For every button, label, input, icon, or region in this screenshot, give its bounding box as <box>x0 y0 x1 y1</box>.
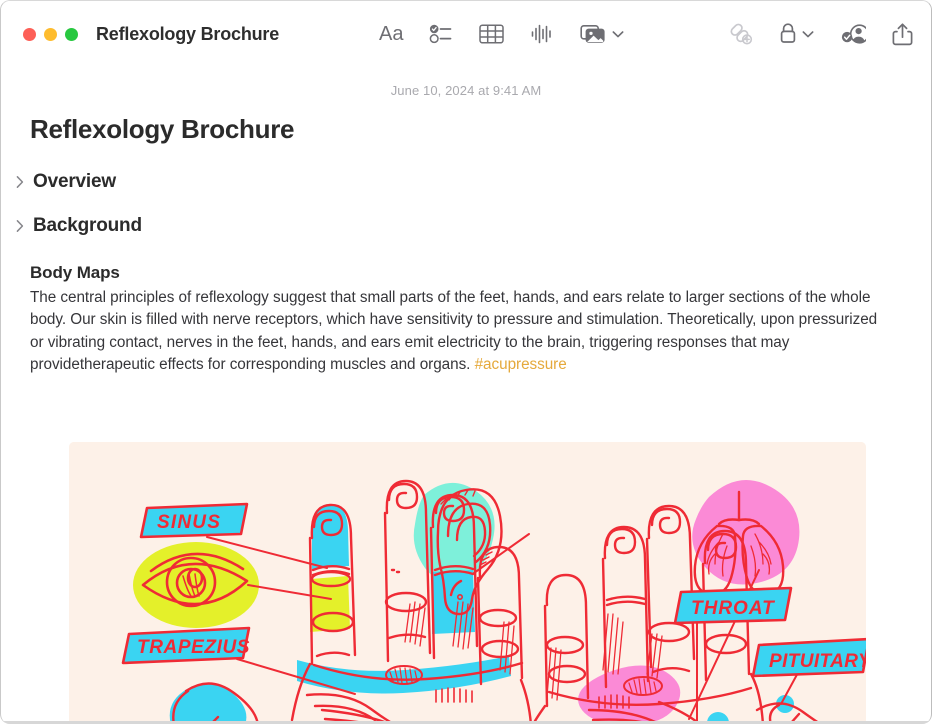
note-body-paragraph[interactable]: The central principles of reflexology su… <box>30 287 890 377</box>
link-add-icon <box>730 23 753 45</box>
collaborate-button[interactable] <box>840 19 866 49</box>
note-body-text: The central principles of reflexology su… <box>30 289 878 374</box>
section-heading-body-maps: Body Maps <box>30 263 120 282</box>
format-text-button[interactable]: Aa <box>379 19 403 49</box>
hashtag-link[interactable]: #acupressure <box>475 356 567 373</box>
close-window-button[interactable] <box>23 27 36 41</box>
sidebar-item-background[interactable]: Background <box>13 215 931 237</box>
label-throat: THROAT <box>673 586 793 625</box>
toolbar-center-group: Aa <box>379 1 624 67</box>
share-button[interactable] <box>892 19 913 49</box>
label-pituitary-text: PITUITARY <box>769 651 866 672</box>
sidebar-item-overview[interactable]: Overview <box>13 171 931 193</box>
record-audio-button[interactable] <box>530 19 554 49</box>
checklist-icon <box>430 24 452 44</box>
section-heading-overview: Overview <box>33 171 116 192</box>
add-link-button[interactable] <box>726 19 753 49</box>
share-icon <box>892 22 913 45</box>
reflexology-hands-diagram[interactable]: SINUS TRAPEZIUS THROAT PITUITARY <box>69 442 866 724</box>
table-icon <box>479 24 505 44</box>
checklist-button[interactable] <box>429 19 453 49</box>
audio-waveform-icon <box>532 24 552 44</box>
window-toolbar: Reflexology Brochure Aa <box>1 1 931 67</box>
chevron-down-icon <box>612 30 624 37</box>
section-heading-background: Background <box>33 215 142 236</box>
chevron-down-icon <box>802 30 814 37</box>
lock-note-button[interactable] <box>779 22 814 46</box>
minimize-window-button[interactable] <box>44 27 57 41</box>
label-sinus-text: SINUS <box>157 512 221 533</box>
note-title[interactable]: Reflexology Brochure <box>30 114 931 145</box>
toolbar-right-group <box>726 1 913 67</box>
traffic-lights <box>23 27 78 41</box>
notes-window: Reflexology Brochure Aa June 10, 2024 at… <box>0 0 932 724</box>
media-photos-icon <box>580 24 606 43</box>
table-button[interactable] <box>479 19 505 49</box>
person-check-icon <box>841 24 866 44</box>
note-document: June 10, 2024 at 9:41 AM Reflexology Bro… <box>1 83 931 377</box>
chevron-right-icon[interactable] <box>13 219 27 233</box>
lock-icon <box>780 23 796 43</box>
media-button[interactable] <box>580 23 624 46</box>
label-trapezius-text: TRAPEZIUS <box>137 637 250 658</box>
label-trapezius: TRAPEZIUS <box>121 626 251 665</box>
chevron-right-icon[interactable] <box>13 175 27 189</box>
window-title: Reflexology Brochure <box>96 23 280 44</box>
zoom-window-button[interactable] <box>65 27 78 41</box>
note-date: June 10, 2024 at 9:41 AM <box>390 83 542 98</box>
label-throat-text: THROAT <box>691 598 775 619</box>
label-sinus: SINUS <box>139 502 249 539</box>
label-pituitary: PITUITARY <box>751 637 866 678</box>
reflexology-illustration-svg: SINUS TRAPEZIUS THROAT PITUITARY <box>69 442 866 724</box>
format-text-icon: Aa <box>379 23 404 45</box>
